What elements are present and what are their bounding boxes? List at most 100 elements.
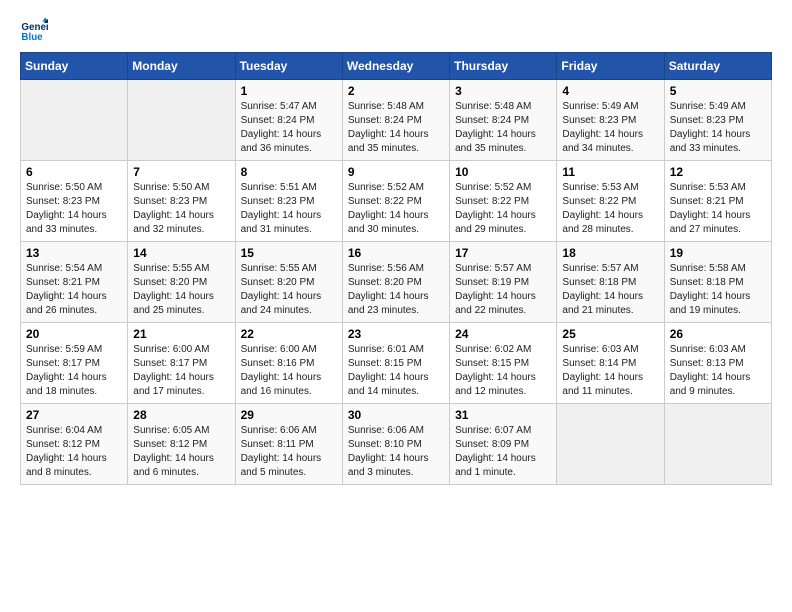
- day-info: Sunrise: 6:06 AM Sunset: 8:11 PM Dayligh…: [241, 424, 337, 480]
- day-number: 24: [455, 327, 551, 341]
- calendar-cell: 30 Sunrise: 6:06 AM Sunset: 8:10 PM Dayli…: [342, 404, 449, 485]
- day-info: Sunrise: 5:57 AM Sunset: 8:18 PM Dayligh…: [562, 262, 658, 318]
- day-info: Sunrise: 6:03 AM Sunset: 8:13 PM Dayligh…: [670, 343, 766, 399]
- calendar-week-2: 6 Sunrise: 5:50 AM Sunset: 8:23 PM Daylig…: [21, 161, 772, 242]
- day-number: 30: [348, 408, 444, 422]
- calendar-cell: 18 Sunrise: 5:57 AM Sunset: 8:18 PM Dayli…: [557, 242, 664, 323]
- weekday-header-friday: Friday: [557, 53, 664, 80]
- day-number: 18: [562, 246, 658, 260]
- day-info: Sunrise: 6:03 AM Sunset: 8:14 PM Dayligh…: [562, 343, 658, 399]
- day-info: Sunrise: 6:07 AM Sunset: 8:09 PM Dayligh…: [455, 424, 551, 480]
- weekday-header-thursday: Thursday: [450, 53, 557, 80]
- calendar-cell: 3 Sunrise: 5:48 AM Sunset: 8:24 PM Daylig…: [450, 80, 557, 161]
- calendar-cell: 14 Sunrise: 5:55 AM Sunset: 8:20 PM Dayli…: [128, 242, 235, 323]
- calendar-cell: [128, 80, 235, 161]
- day-info: Sunrise: 6:00 AM Sunset: 8:17 PM Dayligh…: [133, 343, 229, 399]
- weekday-header-saturday: Saturday: [664, 53, 771, 80]
- day-info: Sunrise: 5:48 AM Sunset: 8:24 PM Dayligh…: [455, 100, 551, 156]
- calendar-cell: 20 Sunrise: 5:59 AM Sunset: 8:17 PM Dayli…: [21, 323, 128, 404]
- logo-icon: General Blue: [20, 16, 48, 44]
- day-number: 22: [241, 327, 337, 341]
- day-number: 14: [133, 246, 229, 260]
- day-number: 28: [133, 408, 229, 422]
- page-header: General Blue: [20, 16, 772, 44]
- day-info: Sunrise: 5:48 AM Sunset: 8:24 PM Dayligh…: [348, 100, 444, 156]
- day-number: 31: [455, 408, 551, 422]
- day-number: 20: [26, 327, 122, 341]
- calendar-cell: 1 Sunrise: 5:47 AM Sunset: 8:24 PM Daylig…: [235, 80, 342, 161]
- day-number: 12: [670, 165, 766, 179]
- weekday-header-tuesday: Tuesday: [235, 53, 342, 80]
- day-info: Sunrise: 5:50 AM Sunset: 8:23 PM Dayligh…: [26, 181, 122, 237]
- calendar-cell: 27Sunrise: 6:04 AM Sunset: 8:12 PM Dayli…: [21, 404, 128, 485]
- calendar-table: SundayMondayTuesdayWednesdayThursdayFrid…: [20, 52, 772, 485]
- calendar-cell: 5 Sunrise: 5:49 AM Sunset: 8:23 PM Daylig…: [664, 80, 771, 161]
- calendar-cell: 19Sunrise: 5:58 AM Sunset: 8:18 PM Dayli…: [664, 242, 771, 323]
- day-info: Sunrise: 6:00 AM Sunset: 8:16 PM Dayligh…: [241, 343, 337, 399]
- calendar-cell: 25 Sunrise: 6:03 AM Sunset: 8:14 PM Dayli…: [557, 323, 664, 404]
- day-number: 15: [241, 246, 337, 260]
- day-info: Sunrise: 5:52 AM Sunset: 8:22 PM Dayligh…: [348, 181, 444, 237]
- day-info: Sunrise: 6:01 AM Sunset: 8:15 PM Dayligh…: [348, 343, 444, 399]
- day-number: 11: [562, 165, 658, 179]
- weekday-header-sunday: Sunday: [21, 53, 128, 80]
- day-number: 2: [348, 84, 444, 98]
- day-info: Sunrise: 5:49 AM Sunset: 8:23 PM Dayligh…: [670, 100, 766, 156]
- day-info: Sunrise: 5:52 AM Sunset: 8:22 PM Dayligh…: [455, 181, 551, 237]
- day-info: Sunrise: 5:58 AM Sunset: 8:18 PM Dayligh…: [670, 262, 766, 318]
- calendar-cell: 22 Sunrise: 6:00 AM Sunset: 8:16 PM Dayli…: [235, 323, 342, 404]
- weekday-header-monday: Monday: [128, 53, 235, 80]
- calendar-header: SundayMondayTuesdayWednesdayThursdayFrid…: [21, 53, 772, 80]
- calendar-week-5: 27Sunrise: 6:04 AM Sunset: 8:12 PM Dayli…: [21, 404, 772, 485]
- day-info: Sunrise: 5:50 AM Sunset: 8:23 PM Dayligh…: [133, 181, 229, 237]
- day-number: 9: [348, 165, 444, 179]
- day-number: 29: [241, 408, 337, 422]
- calendar-cell: 29 Sunrise: 6:06 AM Sunset: 8:11 PM Dayli…: [235, 404, 342, 485]
- svg-text:Blue: Blue: [21, 32, 43, 43]
- calendar-week-4: 20 Sunrise: 5:59 AM Sunset: 8:17 PM Dayli…: [21, 323, 772, 404]
- day-info: Sunrise: 6:02 AM Sunset: 8:15 PM Dayligh…: [455, 343, 551, 399]
- calendar-cell: 10Sunrise: 5:52 AM Sunset: 8:22 PM Dayli…: [450, 161, 557, 242]
- day-info: Sunrise: 5:55 AM Sunset: 8:20 PM Dayligh…: [133, 262, 229, 318]
- day-number: 1: [241, 84, 337, 98]
- day-info: Sunrise: 6:04 AM Sunset: 8:12 PM Dayligh…: [26, 424, 122, 480]
- day-info: Sunrise: 5:59 AM Sunset: 8:17 PM Dayligh…: [26, 343, 122, 399]
- day-info: Sunrise: 5:53 AM Sunset: 8:21 PM Dayligh…: [670, 181, 766, 237]
- day-info: Sunrise: 5:49 AM Sunset: 8:23 PM Dayligh…: [562, 100, 658, 156]
- day-number: 8: [241, 165, 337, 179]
- logo: General Blue: [20, 16, 52, 44]
- calendar-cell: [557, 404, 664, 485]
- calendar-cell: 13 Sunrise: 5:54 AM Sunset: 8:21 PM Dayli…: [21, 242, 128, 323]
- day-number: 25: [562, 327, 658, 341]
- day-number: 4: [562, 84, 658, 98]
- calendar-cell: 9 Sunrise: 5:52 AM Sunset: 8:22 PM Daylig…: [342, 161, 449, 242]
- calendar-cell: 31 Sunrise: 6:07 AM Sunset: 8:09 PM Dayli…: [450, 404, 557, 485]
- day-info: Sunrise: 5:57 AM Sunset: 8:19 PM Dayligh…: [455, 262, 551, 318]
- calendar-cell: 26Sunrise: 6:03 AM Sunset: 8:13 PM Dayli…: [664, 323, 771, 404]
- day-number: 23: [348, 327, 444, 341]
- day-number: 5: [670, 84, 766, 98]
- day-number: 3: [455, 84, 551, 98]
- calendar-cell: [664, 404, 771, 485]
- day-info: Sunrise: 6:06 AM Sunset: 8:10 PM Dayligh…: [348, 424, 444, 480]
- calendar-cell: 24 Sunrise: 6:02 AM Sunset: 8:15 PM Dayli…: [450, 323, 557, 404]
- calendar-cell: 23 Sunrise: 6:01 AM Sunset: 8:15 PM Dayli…: [342, 323, 449, 404]
- day-info: Sunrise: 5:54 AM Sunset: 8:21 PM Dayligh…: [26, 262, 122, 318]
- calendar-cell: [21, 80, 128, 161]
- day-number: 21: [133, 327, 229, 341]
- day-info: Sunrise: 6:05 AM Sunset: 8:12 PM Dayligh…: [133, 424, 229, 480]
- day-number: 16: [348, 246, 444, 260]
- day-number: 13: [26, 246, 122, 260]
- calendar-week-1: 1 Sunrise: 5:47 AM Sunset: 8:24 PM Daylig…: [21, 80, 772, 161]
- calendar-cell: 21 Sunrise: 6:00 AM Sunset: 8:17 PM Dayli…: [128, 323, 235, 404]
- day-info: Sunrise: 5:51 AM Sunset: 8:23 PM Dayligh…: [241, 181, 337, 237]
- calendar-cell: 15 Sunrise: 5:55 AM Sunset: 8:20 PM Dayli…: [235, 242, 342, 323]
- calendar-cell: 28 Sunrise: 6:05 AM Sunset: 8:12 PM Dayli…: [128, 404, 235, 485]
- day-number: 6: [26, 165, 122, 179]
- calendar-cell: 16Sunrise: 5:56 AM Sunset: 8:20 PM Dayli…: [342, 242, 449, 323]
- day-number: 7: [133, 165, 229, 179]
- day-info: Sunrise: 5:47 AM Sunset: 8:24 PM Dayligh…: [241, 100, 337, 156]
- day-info: Sunrise: 5:55 AM Sunset: 8:20 PM Dayligh…: [241, 262, 337, 318]
- calendar-cell: 4 Sunrise: 5:49 AM Sunset: 8:23 PM Daylig…: [557, 80, 664, 161]
- calendar-cell: 7 Sunrise: 5:50 AM Sunset: 8:23 PM Daylig…: [128, 161, 235, 242]
